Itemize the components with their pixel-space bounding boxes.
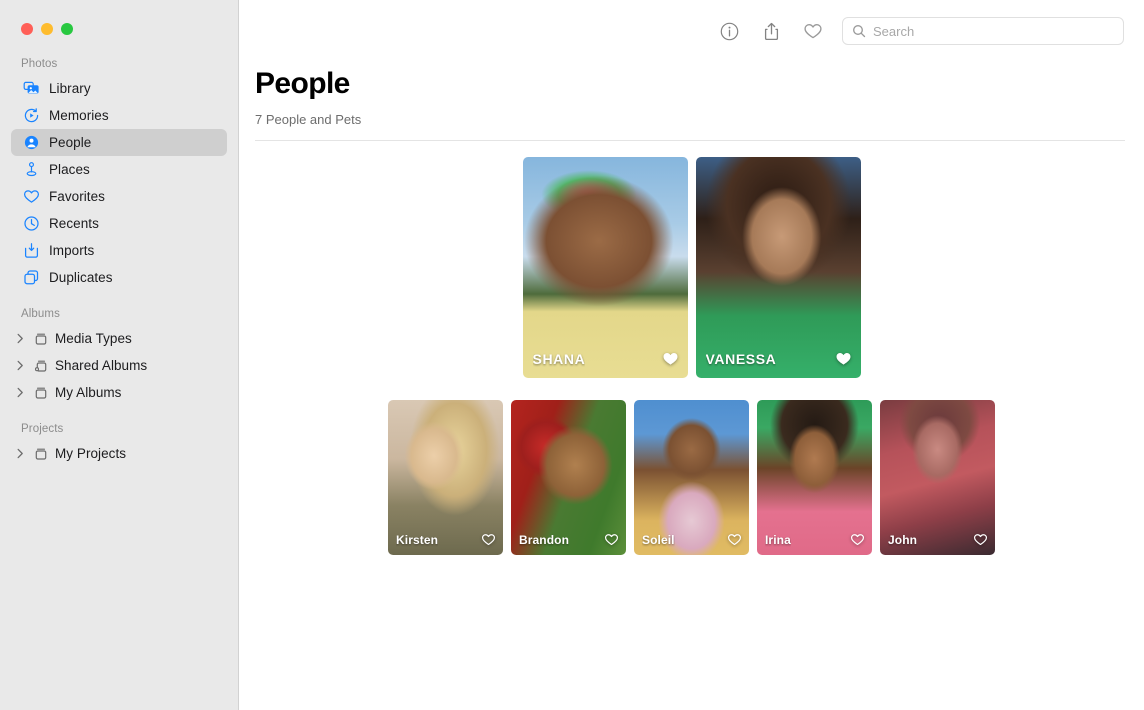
sidebar-item-label: Places: [49, 162, 90, 177]
close-button[interactable]: [21, 23, 33, 35]
page-title: People: [255, 68, 1144, 100]
person-card[interactable]: Kirsten: [388, 400, 503, 555]
search-field[interactable]: [842, 17, 1124, 45]
favorite-heart-icon[interactable]: [973, 532, 988, 547]
chevron-right-icon[interactable]: [15, 387, 26, 398]
favorite-heart-icon[interactable]: [850, 532, 865, 547]
sidebar-list-photos: Library Memories: [0, 75, 238, 291]
info-icon: [720, 22, 739, 41]
import-icon: [23, 242, 40, 259]
sidebar-item-label: Recents: [49, 216, 99, 231]
duplicates-icon: [23, 269, 40, 286]
person-card[interactable]: VANESSA: [696, 157, 861, 378]
minimize-button[interactable]: [41, 23, 53, 35]
sidebar-item-label: Library: [49, 81, 91, 96]
memories-icon: [23, 107, 40, 124]
person-name: Irina: [765, 533, 791, 547]
photos-window: Photos Library: [0, 0, 1144, 710]
other-people-row: Kirsten Brandon: [239, 400, 1144, 555]
person-name: VANESSA: [706, 351, 777, 367]
favorite-heart-icon[interactable]: [604, 532, 619, 547]
sidebar-section-photos-title: Photos: [0, 58, 238, 75]
clock-icon: [23, 215, 40, 232]
favorite-heart-icon[interactable]: [727, 532, 742, 547]
share-icon: [762, 22, 781, 41]
sidebar-item-places[interactable]: Places: [11, 156, 227, 183]
people-grid: SHANA VANESSA: [239, 141, 1144, 555]
sidebar-item-duplicates[interactable]: Duplicates: [11, 264, 227, 291]
heart-icon: [23, 188, 40, 205]
person-card[interactable]: John: [880, 400, 995, 555]
sidebar-list-albums: Media Types Shared Albums: [0, 325, 238, 406]
sidebar-list-projects: My Projects: [0, 440, 238, 467]
traffic-lights: [0, 0, 238, 35]
sidebar-item-memories[interactable]: Memories: [11, 102, 227, 129]
favorite-button[interactable]: [792, 16, 834, 46]
person-name: Soleil: [642, 533, 675, 547]
heart-icon: [803, 21, 823, 41]
person-name: Brandon: [519, 533, 569, 547]
sidebar-item-recents[interactable]: Recents: [11, 210, 227, 237]
sidebar-section-projects-title: Projects: [0, 423, 238, 440]
chevron-right-icon[interactable]: [15, 360, 26, 371]
person-card[interactable]: Soleil: [634, 400, 749, 555]
library-icon: [23, 80, 40, 97]
album-icon: [32, 330, 49, 347]
search-icon: [852, 24, 866, 38]
people-icon: [23, 134, 40, 151]
sidebar-section-albums-title: Albums: [0, 308, 238, 325]
person-card[interactable]: Irina: [757, 400, 872, 555]
sidebar-item-label: Shared Albums: [55, 358, 147, 373]
search-input[interactable]: [873, 24, 1114, 39]
sidebar-item-label: Duplicates: [49, 270, 113, 285]
page-subtitle: 7 People and Pets: [255, 112, 1144, 127]
person-name: SHANA: [533, 351, 586, 367]
featured-people-row: SHANA VANESSA: [239, 157, 1144, 378]
person-caption: John: [880, 525, 995, 555]
sidebar-item-library[interactable]: Library: [11, 75, 227, 102]
person-card[interactable]: SHANA: [523, 157, 688, 378]
page-header: People 7 People and Pets: [239, 62, 1144, 127]
sidebar-item-media-types[interactable]: Media Types: [11, 325, 227, 352]
places-icon: [23, 161, 40, 178]
person-caption: Soleil: [634, 525, 749, 555]
sidebar-item-my-projects[interactable]: My Projects: [11, 440, 227, 467]
person-name: Kirsten: [396, 533, 438, 547]
sidebar-item-label: Memories: [49, 108, 109, 123]
sidebar-item-label: People: [49, 135, 91, 150]
person-caption: Kirsten: [388, 525, 503, 555]
shared-album-icon: [32, 357, 49, 374]
sidebar-item-label: My Projects: [55, 446, 126, 461]
person-card[interactable]: Brandon: [511, 400, 626, 555]
person-caption: SHANA: [523, 340, 688, 378]
sidebar-item-imports[interactable]: Imports: [11, 237, 227, 264]
sidebar-item-favorites[interactable]: Favorites: [11, 183, 227, 210]
person-caption: Brandon: [511, 525, 626, 555]
favorite-heart-icon[interactable]: [481, 532, 496, 547]
favorite-heart-icon[interactable]: [835, 350, 852, 367]
sidebar-item-label: Imports: [49, 243, 94, 258]
main-content: People 7 People and Pets SHANA: [239, 0, 1144, 710]
sidebar-item-label: Favorites: [49, 189, 105, 204]
sidebar-item-people[interactable]: People: [11, 129, 227, 156]
favorite-heart-icon[interactable]: [662, 350, 679, 367]
sidebar-item-label: My Albums: [55, 385, 121, 400]
chevron-right-icon[interactable]: [15, 333, 26, 344]
toolbar: [239, 0, 1144, 62]
person-caption: VANESSA: [696, 340, 861, 378]
share-button[interactable]: [750, 16, 792, 46]
maximize-button[interactable]: [61, 23, 73, 35]
sidebar-item-shared-albums[interactable]: Shared Albums: [11, 352, 227, 379]
album-icon: [32, 445, 49, 462]
person-caption: Irina: [757, 525, 872, 555]
chevron-right-icon[interactable]: [15, 448, 26, 459]
sidebar-item-my-albums[interactable]: My Albums: [11, 379, 227, 406]
info-button[interactable]: [708, 16, 750, 46]
album-icon: [32, 384, 49, 401]
sidebar: Photos Library: [0, 0, 239, 710]
person-name: John: [888, 533, 917, 547]
sidebar-item-label: Media Types: [55, 331, 132, 346]
